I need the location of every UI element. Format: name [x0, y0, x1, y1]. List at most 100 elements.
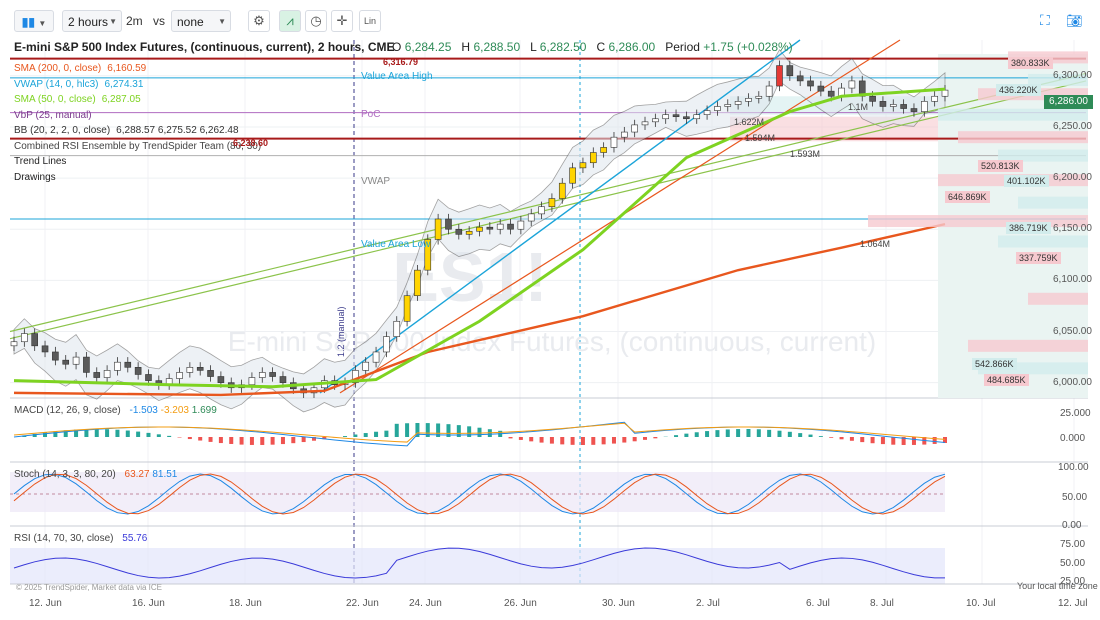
candle-body [83, 356, 90, 373]
legend-value: 6,288.57 6,275.52 6,262.48 [116, 125, 239, 136]
settings-button[interactable]: ⚙ [248, 10, 270, 32]
legend-item[interactable]: SMA (200, 0, close) 6,160.59 [14, 63, 146, 74]
volume-box: 386.719K [1006, 222, 1051, 234]
macd-histogram-bar [218, 437, 223, 444]
candle-body [372, 351, 380, 363]
price-tick: 6,000.00 [1053, 376, 1092, 388]
macd-histogram-bar [549, 437, 554, 444]
camera-icon: 📷︎ [1066, 13, 1083, 28]
indicator-panels [10, 421, 1088, 585]
copyright-text: © 2025 TrendSpider, Market data via ICE [16, 583, 162, 592]
legend-item[interactable]: Combined RSI Ensemble by TrendSpider Tea… [14, 141, 261, 152]
candle-body [786, 65, 794, 77]
volume-box: 542.866K [972, 358, 1017, 370]
macd-histogram-bar [115, 429, 120, 437]
timezone-label[interactable]: Your local time zone [1017, 581, 1098, 591]
macd-histogram-bar [891, 437, 896, 445]
chevron-down-icon: ▼ [218, 17, 226, 26]
rsi-tick: 75.00 [1060, 539, 1086, 550]
macd-histogram-bar [374, 431, 379, 437]
macd-histogram-bar [405, 423, 410, 437]
stoch-tick: 100.00 [1058, 462, 1089, 473]
interval-short[interactable]: 2m [126, 14, 143, 28]
macd-histogram-bar [674, 435, 679, 437]
candle-body [207, 370, 214, 377]
time-tick: 2. Jul [696, 598, 720, 609]
chart-indicator-icon: ⩘ [286, 13, 294, 28]
legend-item[interactable]: BB (20, 2, 2, 0, close) 6,288.57 6,275.52… [14, 125, 239, 136]
candle-body [600, 147, 607, 153]
macd-histogram-bar [839, 437, 844, 440]
candle-body [507, 223, 514, 230]
legend-label: Trend Lines [14, 156, 67, 167]
candle-body [124, 361, 132, 368]
macd-histogram-bar [394, 423, 399, 437]
candle-body [848, 80, 856, 89]
legend-item[interactable]: SMA (50, 0, close) 6,287.05 [14, 94, 141, 105]
fullscreen-button[interactable]: ⛶ [1040, 12, 1058, 30]
price-tick: 6,050.00 [1053, 325, 1092, 337]
chart-type-button[interactable]: ▮▮ ▼ [14, 10, 54, 32]
ohlc-readout: O 6,284.25 H 6,288.50 L 6,282.50 C 6,286… [392, 40, 793, 54]
legend-label: SMA (50, 0, close) [14, 94, 96, 105]
candle-body [465, 230, 473, 235]
trend-line [9, 80, 1087, 340]
volume-box: 436.220K [996, 84, 1041, 96]
legend-item[interactable]: VWAP (14, 0, hlc3) 6,274.31 [14, 79, 143, 90]
macd-histogram-bar [539, 437, 544, 443]
macd-histogram-bar [849, 437, 854, 441]
macd-histogram-bar [518, 437, 523, 440]
candle-body [765, 85, 773, 97]
time-button[interactable]: ◷ [305, 10, 327, 32]
candle-body [621, 131, 628, 138]
macd-histogram-bar [125, 430, 130, 437]
volume-box: 337.759K [1016, 252, 1061, 264]
macd-histogram-bar [570, 437, 575, 445]
indicator-button[interactable]: ⩘ [279, 10, 301, 32]
legend-label: BB (20, 2, 2, 0, close) [14, 125, 111, 136]
current-price-badge: 6,286.00 [1044, 95, 1093, 109]
candle-body [196, 367, 204, 371]
candle-body [72, 356, 80, 365]
time-tick: 16. Jun [132, 598, 165, 609]
time-tick: 8. Jul [870, 598, 894, 609]
crosshair-button[interactable]: ✛ [331, 10, 353, 32]
macd-histogram-bar [601, 437, 606, 445]
screenshot-button[interactable]: 📷︎ [1066, 12, 1084, 30]
candle-body [579, 162, 587, 169]
macd-histogram-bar [746, 429, 751, 437]
volume-profile-bar [938, 108, 1088, 121]
macd-histogram-bar [94, 429, 99, 437]
chevron-down-icon: ▼ [38, 19, 47, 28]
candle-body [362, 361, 370, 371]
vs-label: vs [153, 14, 165, 28]
legend-item[interactable]: Trend Lines [14, 156, 66, 167]
candle-body [776, 65, 783, 87]
candle-body [589, 152, 597, 164]
price-tick: 6,200.00 [1053, 172, 1092, 184]
candle-body [21, 333, 28, 343]
macd-histogram-bar [529, 437, 534, 442]
candle-body [558, 182, 566, 199]
scale-label: Lin [363, 16, 376, 26]
legend-label: Combined RSI Ensemble by TrendSpider Tea… [14, 140, 262, 152]
candle-body [610, 136, 618, 148]
interval-select[interactable]: 2 hours ▼ [62, 10, 122, 32]
legend-label: VWAP (14, 0, hlc3) [14, 78, 99, 90]
vwap-label: VWAP [361, 176, 391, 187]
price-chart[interactable]: ES1!E-mini S&P 500 Index Futures, (conti… [0, 36, 1100, 620]
macd-histogram-bar [508, 437, 513, 439]
vol-label: 1.064M [860, 239, 891, 249]
candle-body [455, 228, 463, 235]
scale-button[interactable]: Lin [359, 10, 381, 32]
legend-item[interactable]: Drawings [14, 172, 56, 183]
compare-select[interactable]: none ▼ [171, 10, 231, 32]
macd-histogram-bar [229, 437, 234, 444]
legend-item[interactable]: VbP (25, manual) [14, 110, 92, 121]
gear-icon: ⚙ [253, 13, 265, 28]
candle-body [755, 95, 763, 99]
vol-label: 1.594M [745, 133, 776, 143]
value-area-low-label: Value Area Low [361, 239, 431, 250]
candle-body [889, 104, 897, 107]
candle-body [486, 226, 494, 230]
